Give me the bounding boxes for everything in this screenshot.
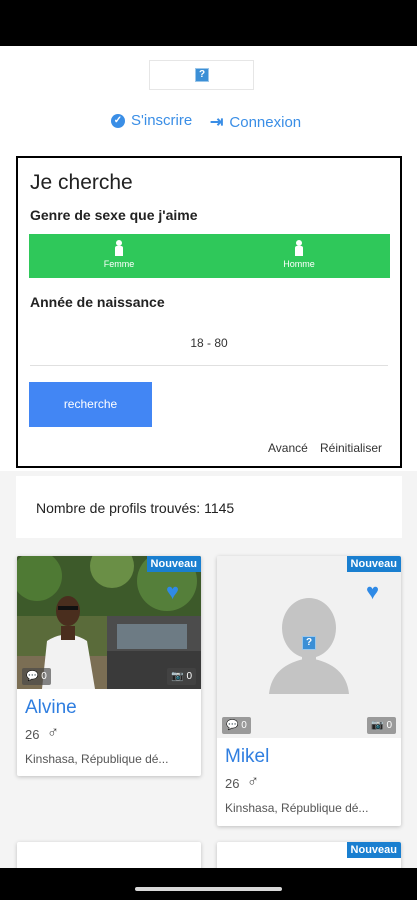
search-button[interactable]: recherche	[29, 382, 152, 427]
new-badge: Nouveau	[346, 842, 401, 858]
comment-icon: 💬	[26, 671, 39, 682]
login-label: Connexion	[229, 113, 302, 131]
reset-link[interactable]: Réinitialiser	[320, 441, 382, 455]
sign-in-icon: ⇥	[210, 114, 224, 131]
gender-option-femme[interactable]: Femme	[29, 234, 209, 278]
results-count-box: Nombre de profils trouvés: 1145	[16, 476, 402, 538]
profile-card-alvine[interactable]: Nouveau ♥ 💬 0 📷 0 Alvine 26 ♂ Kinshasa, …	[17, 556, 201, 776]
new-badge: Nouveau	[146, 556, 201, 572]
new-badge: Nouveau	[346, 556, 401, 572]
profile-card-mikel[interactable]: ? Nouveau ♥ 💬 0 📷 0 Mikel 26 ♂ Kinshasa,…	[217, 556, 401, 826]
navigation-bar	[0, 868, 417, 900]
gender-selector: Femme Homme	[29, 234, 390, 278]
camera-icon: 📷	[171, 671, 184, 682]
profile-photo[interactable]: Nouveau ♥ 💬 0 📷 0	[17, 556, 201, 689]
comment-count-chip: 💬 0	[22, 668, 51, 685]
results-count: Nombre de profils trouvés: 1145	[36, 500, 235, 516]
birth-year-label: Année de naissance	[30, 294, 165, 310]
page-content: ? ✓ S'inscrire ⇥ Connexion Je cherche Ge…	[0, 46, 417, 868]
photo-count: 0	[186, 671, 192, 682]
comment-count: 0	[41, 671, 47, 682]
comment-icon: 💬	[226, 720, 239, 731]
profile-location: Kinshasa, République dé...	[25, 752, 169, 766]
search-form: Je cherche Genre de sexe que j'aime Femm…	[16, 156, 402, 468]
home-gesture-handle[interactable]	[135, 887, 282, 891]
divider	[30, 365, 388, 366]
logo[interactable]: ?	[149, 60, 254, 90]
gender-preference-label: Genre de sexe que j'aime	[30, 207, 198, 223]
register-label: S'inscrire	[131, 112, 193, 129]
register-link[interactable]: ✓ S'inscrire	[111, 112, 192, 129]
male-icon: ♂	[247, 773, 259, 790]
female-person-icon	[115, 240, 123, 256]
question-icon: ?	[195, 68, 209, 82]
profile-photo-placeholder[interactable]: ? Nouveau ♥ 💬 0 📷 0	[217, 556, 401, 738]
profile-location: Kinshasa, République dé...	[225, 801, 369, 815]
profile-name[interactable]: Mikel	[225, 746, 269, 768]
login-link[interactable]: ⇥ Connexion	[210, 112, 301, 132]
male-person-icon	[295, 240, 303, 256]
gender-option-homme[interactable]: Homme	[209, 234, 389, 278]
comment-count-chip: 💬 0	[222, 717, 251, 734]
camera-icon: 📷	[371, 720, 384, 731]
check-circle-icon: ✓	[111, 113, 125, 128]
advanced-search-link[interactable]: Avancé	[268, 441, 308, 455]
photo-count: 0	[386, 720, 392, 731]
profile-card[interactable]: Nouveau	[217, 842, 401, 868]
photo-count-chip: 📷 0	[367, 717, 396, 734]
profile-name[interactable]: Alvine	[25, 697, 77, 719]
search-title: Je cherche	[30, 171, 133, 194]
male-icon: ♂	[47, 724, 59, 741]
heart-icon[interactable]: ♥	[166, 581, 179, 603]
status-bar	[0, 0, 417, 46]
profile-card[interactable]	[17, 842, 201, 868]
photo-count-chip: 📷 0	[167, 668, 196, 685]
age-range-slider[interactable]: 18 - 80	[18, 336, 400, 350]
comment-count: 0	[241, 720, 247, 731]
profile-age: 26	[25, 727, 40, 742]
gender-option-label: Femme	[103, 259, 135, 269]
question-icon: ?	[302, 636, 316, 650]
heart-icon[interactable]: ♥	[366, 581, 379, 603]
profile-age: 26	[225, 776, 240, 791]
gender-option-label: Homme	[283, 259, 315, 269]
